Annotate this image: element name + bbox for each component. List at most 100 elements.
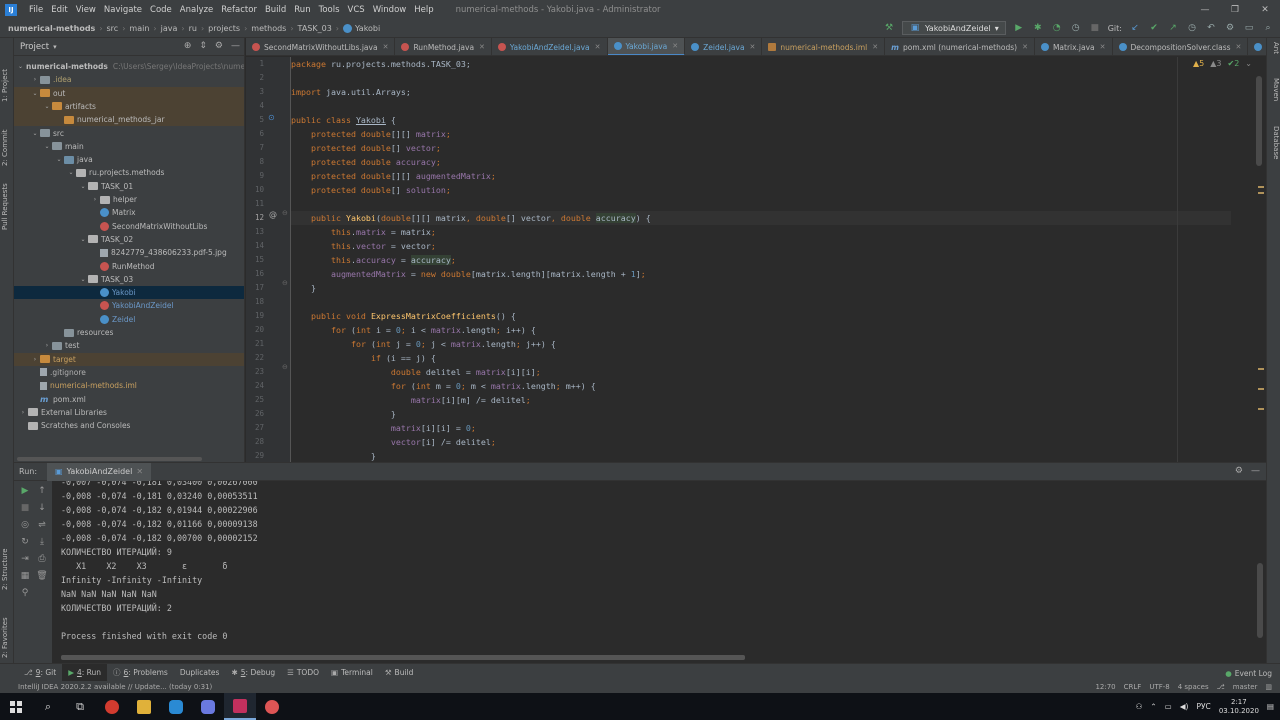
file-explorer-icon[interactable] — [128, 693, 160, 720]
code-line[interactable]: vector[i] /= delitel; — [291, 435, 496, 449]
code-line[interactable]: double delitel = matrix[i][i]; — [291, 365, 541, 379]
menu-code[interactable]: Code — [146, 5, 176, 15]
expand-arrow-icon[interactable]: › — [18, 409, 28, 416]
tree-item[interactable]: Zeidel — [14, 313, 244, 326]
tree-item[interactable]: › helper — [14, 193, 244, 206]
line-separator[interactable]: CRLF — [1124, 683, 1142, 691]
breadcrumb-item[interactable]: main — [129, 24, 149, 33]
tree-item[interactable]: numerical-methods.iml — [14, 379, 244, 392]
run-configuration-select[interactable]: ▣ YakobiAndZeidel ▾ — [902, 21, 1006, 35]
menu-analyze[interactable]: Analyze — [176, 5, 218, 15]
code-line[interactable]: } — [291, 407, 396, 421]
breadcrumb-item[interactable]: methods — [251, 24, 286, 33]
volume-icon[interactable]: ◀) — [1180, 702, 1189, 711]
indent-setting[interactable]: 4 spaces — [1178, 683, 1209, 691]
code-line[interactable]: this.vector = vector; — [291, 239, 436, 253]
fold-icon[interactable]: ⊖ — [282, 363, 288, 371]
bottom-tab-run[interactable]: ▶ 4: Run — [62, 663, 108, 682]
scroll-down-icon[interactable]: ↓ — [36, 502, 48, 514]
chevron-down-icon[interactable]: ▾ — [53, 43, 57, 51]
soft-wrap-icon[interactable]: ⇌ — [36, 519, 48, 531]
menu-run[interactable]: Run — [290, 5, 314, 15]
editor-tab[interactable]: SecondMatrixWithoutLibs.java ✕ — [246, 38, 396, 55]
tool-tab-project[interactable]: 1: Project — [1, 42, 13, 102]
settings-icon[interactable]: ⚙ — [1224, 22, 1236, 34]
menu-vcs[interactable]: VCS — [344, 5, 369, 15]
class-bookmark-icon[interactable]: ⊙ — [268, 113, 275, 122]
warning-marker[interactable] — [1258, 408, 1264, 410]
menu-view[interactable]: View — [72, 5, 100, 15]
trash-icon[interactable]: 🗑 — [36, 570, 48, 582]
git-commit-icon[interactable]: ✔ — [1148, 22, 1160, 34]
editor-tab[interactable]: Matrix.java ✕ — [1035, 38, 1113, 55]
coverage-icon[interactable]: ◔ — [1051, 22, 1063, 34]
code-line[interactable]: protected double[][] matrix; — [291, 127, 451, 141]
code-line[interactable]: public Yakobi(double[][] matrix, double[… — [291, 211, 1231, 225]
git-history-icon[interactable]: ◷ — [1186, 22, 1198, 34]
breadcrumb-item[interactable]: ru — [189, 24, 197, 33]
code-line[interactable]: matrix[i][i] = 0; — [291, 421, 476, 435]
minimize-button[interactable]: — — [1190, 0, 1220, 20]
tray-chevron-icon[interactable]: ⌃ — [1150, 702, 1156, 711]
tool-tab-favorites[interactable]: 2: Favorites — [1, 604, 13, 658]
run-tab[interactable]: ▣ YakobiAndZeidel ✕ — [47, 462, 152, 481]
expand-arrow-icon[interactable]: › — [30, 76, 40, 83]
skype-icon[interactable] — [160, 693, 192, 720]
expand-arrow-icon[interactable]: › — [90, 196, 100, 203]
code-line[interactable]: for (int m = 0; m < matrix.length; m++) … — [291, 379, 596, 393]
warning-marker[interactable] — [1258, 192, 1264, 194]
menu-edit[interactable]: Edit — [47, 5, 71, 15]
tree-item[interactable]: YakobiAndZeidel — [14, 299, 244, 312]
tree-item[interactable]: › External Libraries — [14, 406, 244, 419]
code-line[interactable]: for (int j = 0; j < matrix.length; j++) … — [291, 337, 556, 351]
editor-tab[interactable]: LUDecomp✕ — [1248, 38, 1266, 55]
expand-arrow-icon[interactable]: ⌄ — [18, 63, 23, 70]
menu-build[interactable]: Build — [261, 5, 290, 15]
menu-tools[interactable]: Tools — [315, 5, 344, 15]
tree-item[interactable]: Yakobi — [14, 286, 244, 300]
tree-item[interactable]: SecondMatrixWithoutLibs — [14, 220, 244, 233]
project-panel-title[interactable]: Project — [20, 42, 49, 52]
code-line[interactable]: protected double[] vector; — [291, 141, 441, 155]
tool-tab-commit[interactable]: 2: Commit — [1, 108, 13, 166]
console-output[interactable]: -0,007 -0,074 -0,181 0,03400 0,00267000 -… — [61, 481, 1251, 656]
tree-item[interactable]: › .idea — [14, 73, 244, 86]
file-encoding[interactable]: UTF-8 — [1149, 683, 1169, 691]
close-icon[interactable]: ✕ — [136, 467, 143, 476]
tree-item[interactable]: m pom.xml — [14, 393, 244, 406]
bottom-tab-todo[interactable]: ☰ TODO — [281, 664, 325, 682]
debug-icon[interactable]: ✱ — [1032, 22, 1044, 34]
pin-icon[interactable]: ⚲ — [19, 587, 31, 599]
tool-tab-structure[interactable]: 2: Structure — [1, 538, 13, 590]
expand-arrow-icon[interactable]: ⌄ — [30, 90, 40, 97]
tree-item[interactable]: 8242779_438606233.pdf-5.jpg — [14, 246, 244, 259]
code-line[interactable]: protected double accuracy; — [291, 155, 441, 169]
editor-tab[interactable]: RunMethod.java ✕ — [395, 38, 492, 55]
expand-arrow-icon[interactable]: ⌄ — [78, 236, 88, 243]
rerun-icon[interactable]: ▶ — [19, 485, 31, 497]
fold-icon[interactable]: ⊖ — [282, 209, 288, 217]
bottom-tab-build[interactable]: ⚒ Build — [379, 664, 420, 682]
expand-arrow-icon[interactable]: ⌄ — [42, 103, 52, 110]
expand-arrow-icon[interactable]: ⌄ — [54, 156, 64, 163]
close-tab-icon[interactable]: ✕ — [750, 43, 756, 51]
event-log-tab[interactable]: ● Event Log — [1225, 664, 1272, 682]
yandex-browser-icon[interactable] — [96, 693, 128, 720]
print-icon[interactable]: ⎙ — [36, 553, 48, 565]
expand-arrow-icon[interactable]: ⌄ — [42, 143, 52, 150]
notes-app-icon[interactable] — [256, 693, 288, 720]
tree-item[interactable]: resources — [14, 326, 244, 339]
menu-window[interactable]: Window — [369, 5, 411, 15]
exit-icon[interactable]: ⇥ — [19, 553, 31, 565]
scroll-up-icon[interactable]: ↑ — [36, 485, 48, 497]
tool-tab-ant[interactable]: Ant — [1268, 42, 1280, 66]
code-area[interactable]: package ru.projects.methods.TASK_03; imp… — [291, 57, 1251, 462]
tree-item[interactable]: ⌄ src — [14, 127, 244, 140]
tree-item[interactable]: ⌄ ru.projects.methods — [14, 166, 244, 179]
close-tab-icon[interactable]: ✕ — [1100, 43, 1106, 51]
warning-marker[interactable] — [1258, 186, 1264, 188]
intellij-logo-icon[interactable]: IJ — [5, 4, 17, 16]
scroll-to-end-icon[interactable]: ⤓ — [36, 536, 48, 548]
breadcrumb-item[interactable]: java — [161, 24, 178, 33]
code-line[interactable]: public class Yakobi { — [291, 113, 396, 127]
